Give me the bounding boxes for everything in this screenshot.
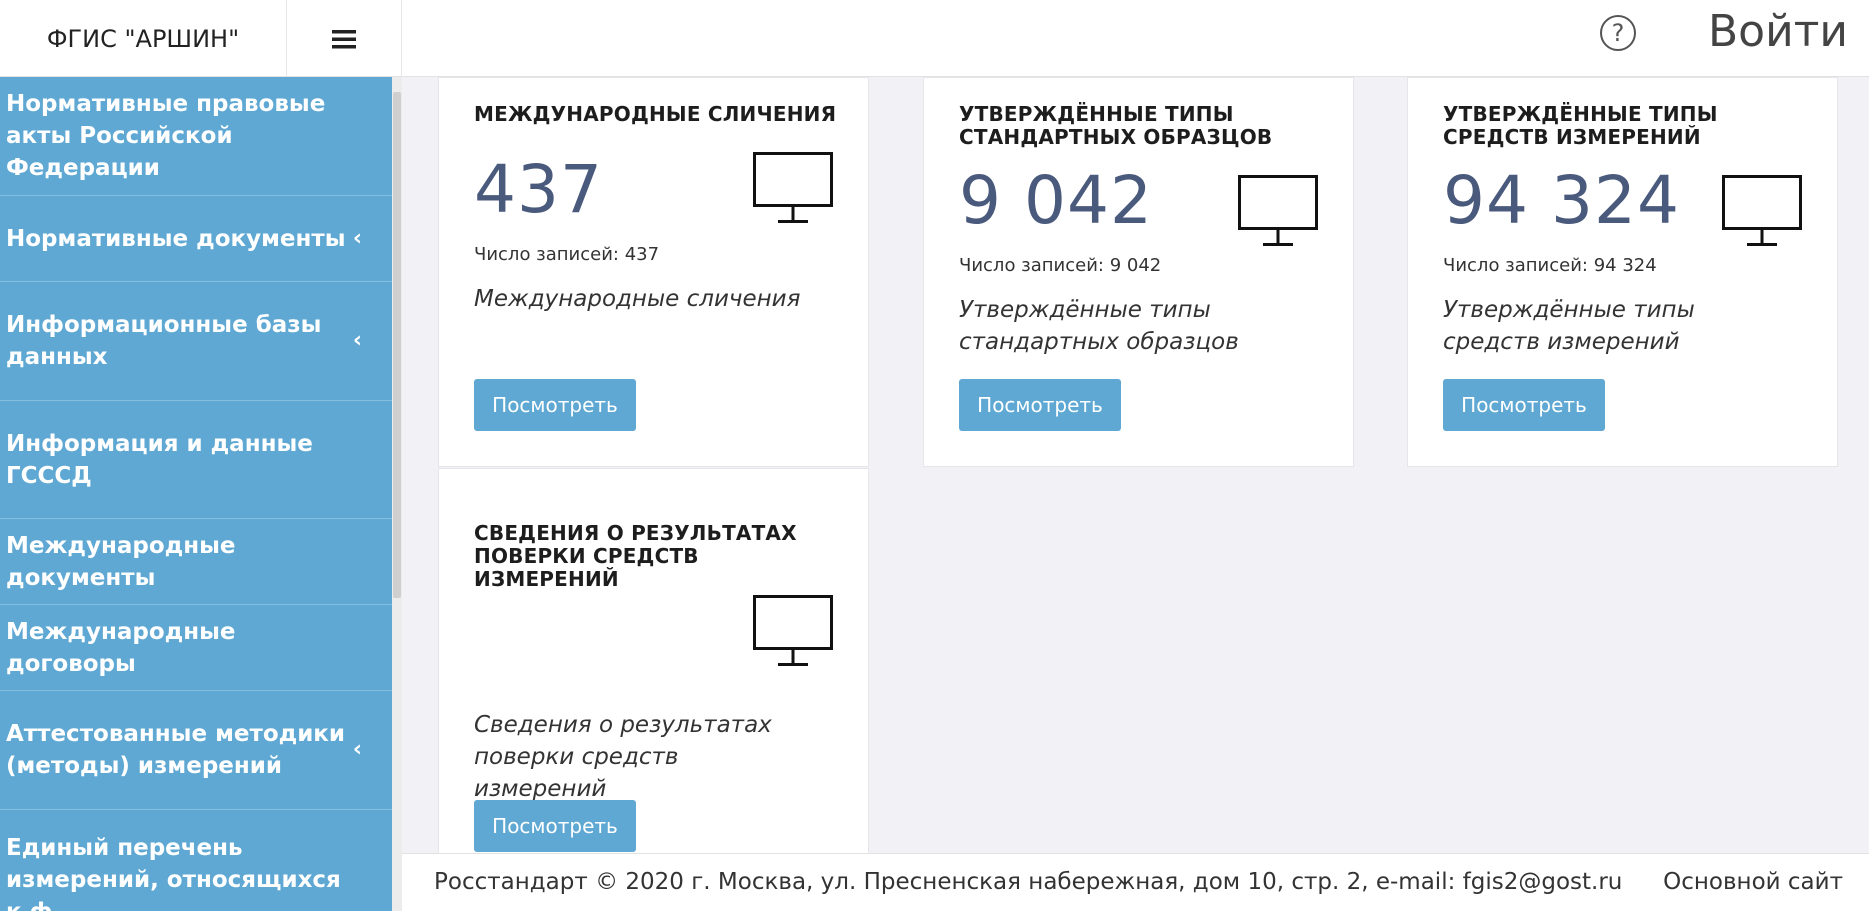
card-title: Международные сличения	[474, 102, 837, 126]
chevron-left-icon: ‹	[352, 225, 362, 251]
sidebar-item-label: Нормативные правовые акты Российской Фед…	[6, 91, 326, 181]
brand-title[interactable]: ФГИС "АРШИН"	[0, 0, 287, 77]
sidebar-item-measurement-methods[interactable]: Аттестованные методики (методы) измерени…	[0, 691, 392, 810]
menu-toggle-button[interactable]	[287, 0, 402, 77]
card-count: 9 042	[959, 162, 1153, 239]
card-measuring-instruments: Утверждённые типы средств измерений 94 3…	[1407, 77, 1838, 467]
sidebar-item-label: Международные документы	[6, 532, 236, 591]
sidebar-scrollbar-thumb[interactable]	[393, 92, 401, 598]
monitor-icon	[1722, 175, 1802, 246]
view-button[interactable]: Посмотреть	[474, 800, 636, 852]
sidebar: Нормативные правовые акты Российской Фед…	[0, 77, 392, 911]
sidebar-item-intl-treaties[interactable]: Международные договоры	[0, 605, 392, 691]
card-record-count: Число записей: 94 324	[1443, 255, 1657, 276]
sidebar-item-label: Информационные базы данных	[6, 312, 322, 370]
card-title: Утверждённые типы стандартных образцов	[959, 102, 1273, 149]
card-description: Международные сличения	[474, 286, 801, 312]
sidebar-item-label: Аттестованные методики (методы) измерени…	[6, 721, 346, 779]
sidebar-item-measurement-list[interactable]: Единый перечень измерений, относящихся к…	[0, 810, 392, 911]
sidebar-item-label: Единый перечень измерений, относящихся к…	[6, 835, 341, 911]
monitor-icon	[753, 595, 833, 666]
help-icon-glyph: ?	[1611, 19, 1625, 47]
sidebar-item-label: Международные договоры	[6, 618, 236, 677]
sidebar-item-gsssd[interactable]: Информация и данные ГСССД	[0, 401, 392, 519]
card-record-count: Число записей: 437	[474, 244, 660, 265]
chevron-left-icon: ‹	[352, 737, 362, 762]
help-icon[interactable]: ?	[1600, 15, 1636, 51]
footer-copyright: Росстандарт © 2020 г. Москва, ул. Пресне…	[434, 869, 1623, 895]
view-button[interactable]: Посмотреть	[474, 379, 636, 431]
login-link[interactable]: Войти	[1708, 2, 1848, 62]
footer: Росстандарт © 2020 г. Москва, ул. Пресне…	[402, 853, 1869, 911]
card-description: Утверждённые типы средств измерений	[1443, 297, 1695, 355]
top-header: ФГИС "АРШИН" ? Войти	[0, 0, 1869, 77]
card-record-count: Число записей: 9 042	[959, 255, 1162, 276]
card-verification-results: Сведения о результатах поверки средств и…	[438, 468, 869, 868]
monitor-icon	[753, 152, 833, 223]
sidebar-item-intl-documents[interactable]: Международные документы	[0, 519, 392, 605]
sidebar-item-info-databases[interactable]: Информационные базы данных ‹	[0, 282, 392, 401]
view-button[interactable]: Посмотреть	[1443, 379, 1605, 431]
sidebar-item-label: Информация и данные ГСССД	[6, 430, 313, 489]
card-intl-comparisons: Международные сличения 437 Число записей…	[438, 77, 869, 467]
sidebar-item-label: Нормативные документы	[6, 225, 346, 252]
hamburger-icon	[332, 29, 356, 48]
card-title: Утверждённые типы средств измерений	[1443, 102, 1718, 149]
main-site-link[interactable]: Основной сайт	[1663, 869, 1843, 895]
view-button[interactable]: Посмотреть	[959, 379, 1121, 431]
card-description: Утверждённые типы стандартных образцов	[959, 297, 1239, 355]
card-standard-samples: Утверждённые типы стандартных образцов 9…	[923, 77, 1354, 467]
chevron-left-icon: ‹	[352, 328, 362, 353]
monitor-icon	[1238, 175, 1318, 246]
card-count: 437	[474, 151, 603, 228]
sidebar-item-normative-docs[interactable]: Нормативные документы ‹	[0, 196, 392, 282]
sidebar-item-legal-acts[interactable]: Нормативные правовые акты Российской Фед…	[0, 77, 392, 196]
card-title: Сведения о результатах поверки средств и…	[474, 521, 797, 591]
card-description: Сведения о результатах поверки средств и…	[474, 712, 772, 802]
card-count: 94 324	[1443, 162, 1680, 239]
